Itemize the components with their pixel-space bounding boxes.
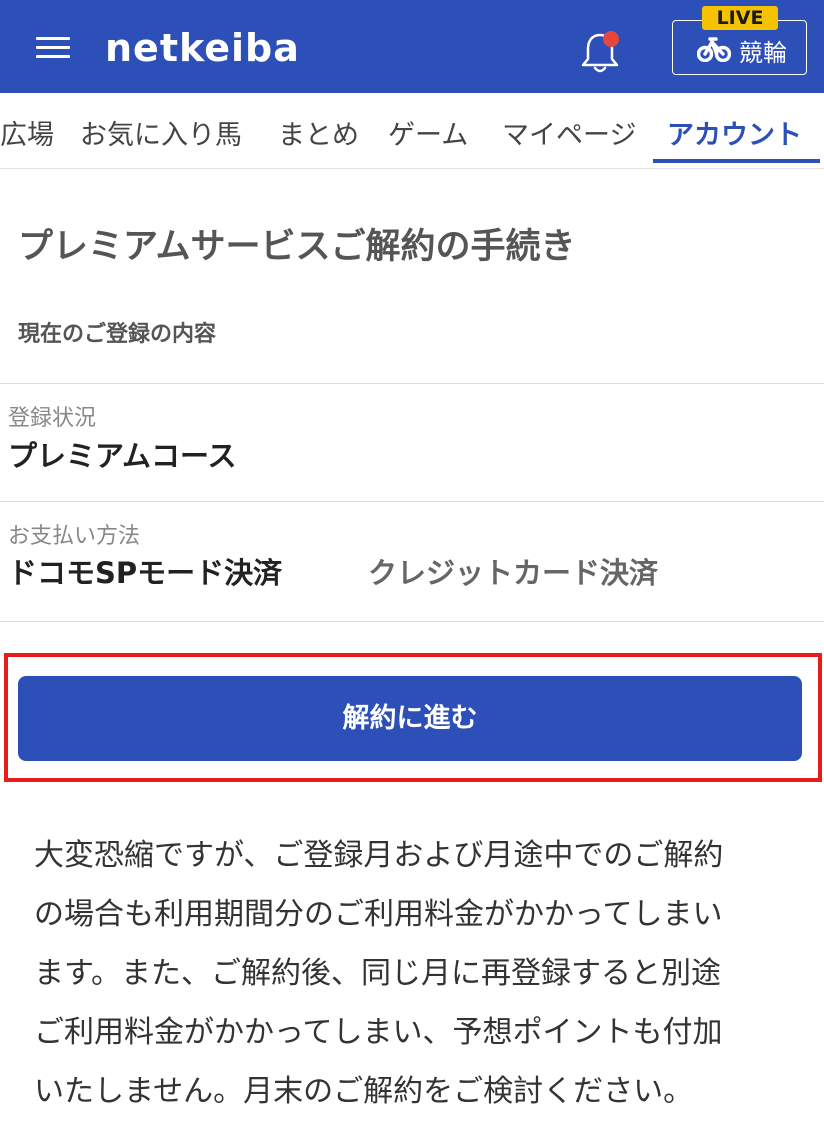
nav-tabs: 広場 お気に入り馬 まとめ ゲーム マイページ アカウント <box>0 93 824 169</box>
active-tab-indicator <box>653 159 820 163</box>
notice-line: ご利用料金がかかってしまい、予想ポイントも付加 <box>34 1015 723 1050</box>
tab-plaza[interactable]: 広場 <box>0 113 54 152</box>
page-title: プレミアムサービスご解約の手続き <box>18 227 576 267</box>
tab-favorite-horses[interactable]: お気に入り馬 <box>80 113 242 152</box>
tab-summary[interactable]: まとめ <box>278 113 359 152</box>
tab-game[interactable]: ゲーム <box>388 113 468 152</box>
cancellation-notice: 大変恐縮ですが、ご登録月および月途中でのご解約 の場合も利用期間分のご利用料金が… <box>34 826 794 1121</box>
payment-method-value: ドコモSPモード決済 <box>8 556 283 590</box>
section-label: 現在のご登録の内容 <box>18 322 217 347</box>
notice-line: 大変恐縮ですが、ご登録月および月途中でのご解約 <box>34 838 724 873</box>
app-header: netkeiba 競輪 LIVE <box>0 0 824 93</box>
tab-account[interactable]: アカウント <box>667 113 802 152</box>
payment-method-alternate: クレジットカード決済 <box>368 556 659 590</box>
registration-status-value: プレミアムコース <box>8 439 237 473</box>
divider <box>0 621 824 622</box>
divider <box>0 383 824 384</box>
notice-line: の場合も利用期間分のご利用料金がかかってしまい <box>34 897 723 932</box>
proceed-cancel-button[interactable]: 解約に進む <box>18 676 802 761</box>
menu-icon[interactable] <box>36 37 70 59</box>
site-logo[interactable]: netkeiba <box>105 26 300 70</box>
notice-line: いたしません。月末のご解約をご検討ください。 <box>34 1074 694 1109</box>
keirin-label: 競輪 <box>739 39 787 67</box>
live-badge: LIVE <box>702 6 778 30</box>
tab-mypage[interactable]: マイページ <box>502 113 636 152</box>
bicycle-icon <box>697 37 731 62</box>
notice-line: ます。また、ご解約後、同じ月に再登録すると別途 <box>34 956 721 991</box>
bell-icon[interactable] <box>578 27 622 75</box>
payment-method-label: お支払い方法 <box>8 524 141 549</box>
registration-status-label: 登録状況 <box>8 406 97 431</box>
divider <box>0 501 824 502</box>
